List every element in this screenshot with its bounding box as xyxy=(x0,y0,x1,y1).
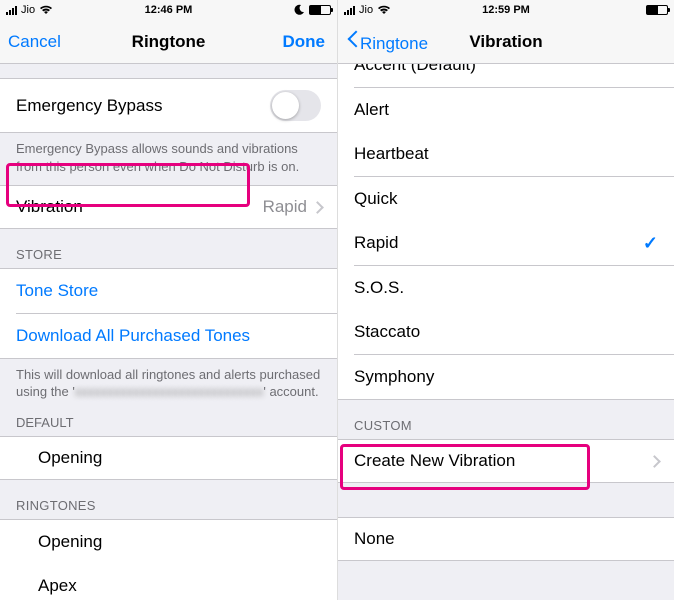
tone-store-row[interactable]: Tone Store xyxy=(0,269,337,313)
vibration-none-row[interactable]: None xyxy=(338,517,674,561)
carrier-label: Jio xyxy=(21,4,35,16)
store-header: STORE xyxy=(0,229,337,268)
default-header: DEFAULT xyxy=(0,411,337,436)
chevron-left-icon xyxy=(346,29,358,49)
phone-vibration: Jio 12:59 PM Ringtone Vibration Accent (… xyxy=(337,0,674,600)
moon-icon xyxy=(293,4,305,16)
vibration-option-row[interactable]: Alert xyxy=(338,88,674,132)
vibration-option-row[interactable]: Staccato xyxy=(338,310,674,354)
vibration-option-row[interactable]: Quick xyxy=(338,177,674,221)
carrier-label: Jio xyxy=(359,4,373,16)
store-footer: This will download all ringtones and ale… xyxy=(0,359,337,411)
chevron-right-icon xyxy=(650,454,658,468)
create-vibration-row[interactable]: Create New Vibration xyxy=(338,439,674,483)
nav-bar: Ringtone Vibration xyxy=(338,20,674,64)
nav-bar: Cancel Ringtone Done xyxy=(0,20,337,64)
status-bar: Jio 12:59 PM xyxy=(338,0,674,20)
signal-icon xyxy=(344,5,355,15)
default-tone-row[interactable]: Opening xyxy=(0,436,337,480)
vibration-option-row[interactable]: Heartbeat xyxy=(338,132,674,176)
emergency-bypass-label: Emergency Bypass xyxy=(16,96,162,116)
wifi-icon xyxy=(377,5,391,15)
cancel-button[interactable]: Cancel xyxy=(8,32,61,52)
download-tones-row[interactable]: Download All Purchased Tones xyxy=(0,314,337,358)
vibration-option-row[interactable]: S.O.S. xyxy=(338,266,674,310)
battery-icon xyxy=(646,5,668,15)
vibration-label: Vibration xyxy=(16,197,83,217)
back-button[interactable]: Ringtone xyxy=(346,29,428,54)
vibration-option-row[interactable]: Accent (Default) xyxy=(338,64,674,87)
vibration-value: Rapid xyxy=(263,197,307,217)
custom-header: CUSTOM xyxy=(338,400,674,439)
battery-icon xyxy=(309,5,331,15)
wifi-icon xyxy=(39,5,53,15)
status-bar: Jio 12:46 PM xyxy=(0,0,337,20)
ringtone-row[interactable]: Opening xyxy=(0,520,337,564)
emergency-bypass-row[interactable]: Emergency Bypass xyxy=(0,78,337,133)
chevron-right-icon xyxy=(313,200,321,214)
signal-icon xyxy=(6,5,17,15)
ringtone-row[interactable]: Apex xyxy=(0,564,337,600)
done-button[interactable]: Done xyxy=(283,32,326,52)
emergency-bypass-footer: Emergency Bypass allows sounds and vibra… xyxy=(0,133,337,185)
content-scroll[interactable]: Emergency Bypass Emergency Bypass allows… xyxy=(0,64,337,600)
phone-ringtone: Jio 12:46 PM Cancel Ringtone Done Emerge… xyxy=(0,0,337,600)
vibration-option-row[interactable]: Rapid✓ xyxy=(338,221,674,265)
vibration-option-row[interactable]: Symphony xyxy=(338,355,674,399)
checkmark-icon: ✓ xyxy=(643,233,658,254)
content-scroll[interactable]: Accent (Default) Alert Heartbeat Quick R… xyxy=(338,64,674,600)
ringtones-header: RINGTONES xyxy=(0,480,337,519)
emergency-bypass-switch[interactable] xyxy=(270,90,321,121)
vibration-row[interactable]: Vibration Rapid xyxy=(0,185,337,229)
